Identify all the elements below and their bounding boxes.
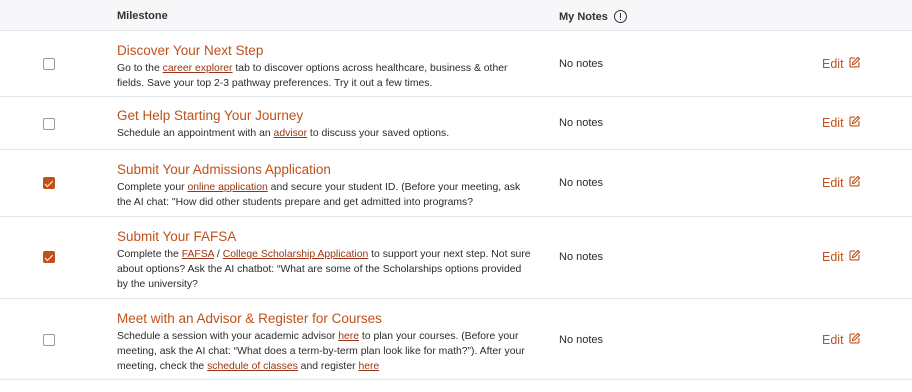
edit-label: Edit — [822, 333, 844, 347]
notes-value: No notes — [559, 117, 604, 129]
edit-button[interactable]: Edit — [822, 56, 861, 72]
table-row: Get Help Starting Your Journey Schedule … — [0, 97, 912, 150]
description-link[interactable]: College Scholarship Application — [223, 249, 369, 260]
milestone-title[interactable]: Meet with an Advisor & Register for Cour… — [117, 310, 532, 327]
notes-value: No notes — [559, 58, 604, 70]
edit-label: Edit — [822, 57, 844, 71]
description-text: Schedule an appointment with an — [117, 128, 274, 139]
notes-value: No notes — [559, 251, 604, 263]
milestone-checkbox[interactable] — [43, 177, 55, 189]
edit-button[interactable]: Edit — [822, 332, 861, 348]
edit-pencil-icon — [848, 56, 861, 72]
table-header: Milestone My Notes — [0, 0, 912, 31]
milestone-checkbox[interactable] — [43, 334, 55, 346]
milestone-checkbox[interactable] — [43, 251, 55, 263]
milestone-title[interactable]: Discover Your Next Step — [117, 42, 532, 59]
milestone-cell: Submit Your FAFSA Complete the FAFSA / C… — [117, 228, 532, 292]
milestone-description: Complete your online application and sec… — [117, 180, 532, 210]
milestone-checkbox[interactable] — [43, 118, 55, 130]
milestones-table: Milestone My Notes Discover Your Next St… — [0, 0, 912, 380]
edit-pencil-icon — [848, 249, 861, 265]
edit-label: Edit — [822, 250, 844, 264]
description-link[interactable]: FAFSA — [182, 249, 214, 260]
edit-label: Edit — [822, 176, 844, 190]
description-link[interactable]: here — [338, 331, 359, 342]
milestone-checkbox[interactable] — [43, 58, 55, 70]
table-row: Meet with an Advisor & Register for Cour… — [0, 299, 912, 380]
description-link[interactable]: here — [358, 361, 379, 372]
description-text: / — [214, 249, 223, 260]
milestone-cell: Meet with an Advisor & Register for Cour… — [117, 310, 532, 374]
milestone-title[interactable]: Get Help Starting Your Journey — [117, 107, 532, 124]
edit-pencil-icon — [848, 115, 861, 131]
description-text: Go to the — [117, 63, 163, 74]
edit-button[interactable]: Edit — [822, 249, 861, 265]
description-link[interactable]: online application — [187, 182, 267, 193]
milestone-title[interactable]: Submit Your FAFSA — [117, 228, 532, 245]
description-link[interactable]: schedule of classes — [207, 361, 298, 372]
milestone-description: Schedule a session with your academic ad… — [117, 329, 532, 374]
info-circle-icon[interactable] — [613, 10, 627, 23]
description-link[interactable]: advisor — [274, 128, 308, 139]
notes-column-label: My Notes — [559, 10, 608, 23]
description-text: to discuss your saved options. — [307, 128, 450, 139]
table-row: Submit Your FAFSA Complete the FAFSA / C… — [0, 217, 912, 299]
milestone-description: Complete the FAFSA / College Scholarship… — [117, 247, 532, 292]
table-row: Discover Your Next Step Go to the career… — [0, 31, 912, 97]
edit-button[interactable]: Edit — [822, 115, 861, 131]
edit-button[interactable]: Edit — [822, 175, 861, 191]
description-text: Schedule a session with your academic ad… — [117, 331, 339, 342]
table-row: Submit Your Admissions Application Compl… — [0, 150, 912, 217]
milestone-cell: Discover Your Next Step Go to the career… — [117, 42, 532, 91]
milestone-description: Schedule an appointment with an advisor … — [117, 126, 532, 141]
milestone-column-header: Milestone — [117, 10, 168, 22]
milestone-cell: Get Help Starting Your Journey Schedule … — [117, 107, 532, 141]
edit-pencil-icon — [848, 175, 861, 191]
milestone-description: Go to the career explorer tab to discove… — [117, 61, 532, 91]
milestone-title[interactable]: Submit Your Admissions Application — [117, 161, 532, 178]
milestone-cell: Submit Your Admissions Application Compl… — [117, 161, 532, 210]
description-text: Complete your — [117, 182, 188, 193]
description-link[interactable]: career explorer — [163, 63, 233, 74]
notes-column-header: My Notes — [559, 10, 627, 23]
edit-label: Edit — [822, 116, 844, 130]
edit-pencil-icon — [848, 332, 861, 348]
description-text: and register — [297, 361, 359, 372]
notes-value: No notes — [559, 334, 604, 346]
notes-value: No notes — [559, 177, 604, 189]
description-text: Complete the — [117, 249, 182, 260]
